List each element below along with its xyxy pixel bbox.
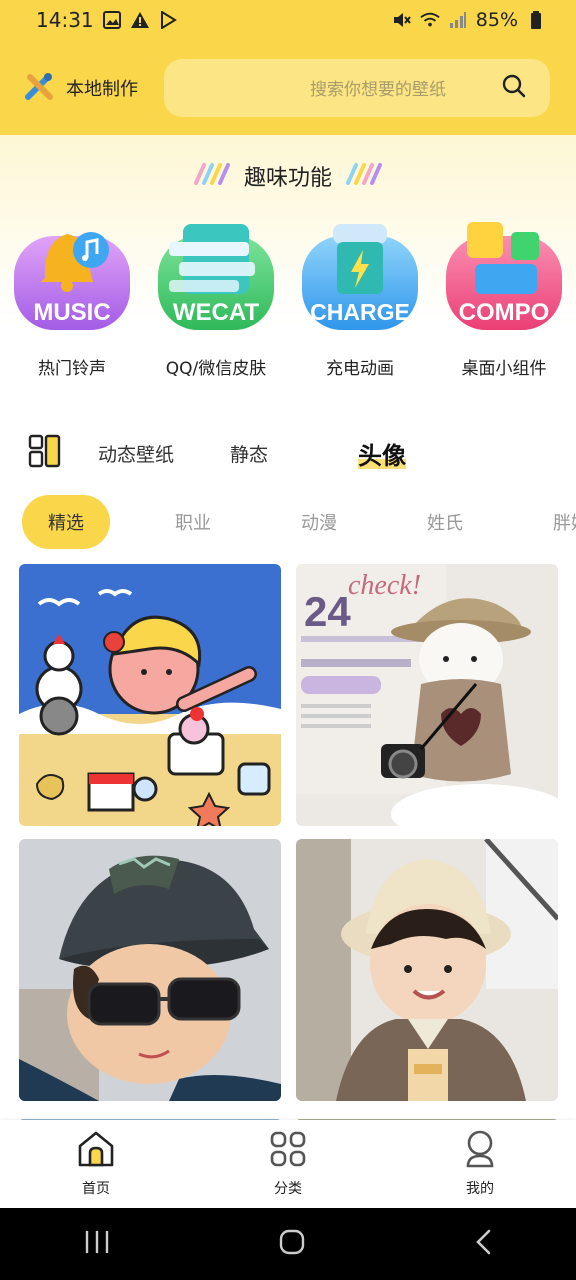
- fun-features-section: 趣味功能 MUSIC 热门铃声 WECAT QQ/微信皮肤 CHARGE 充电动…: [0, 135, 576, 405]
- home-icon: [76, 1130, 116, 1172]
- wecat-card-icon: WECAT: [157, 220, 275, 332]
- back-icon[interactable]: [473, 1228, 493, 1260]
- tools-icon: [24, 71, 54, 105]
- mute-icon: [392, 10, 412, 30]
- avatar-image-partial-right[interactable]: [296, 1112, 558, 1120]
- avatar-category-chips: 精选 职业 动漫 姓氏 胖妞: [0, 492, 576, 552]
- battery-icon: [526, 10, 546, 30]
- music-card-icon: MUSIC: [13, 220, 131, 332]
- nav-category-label: 分类: [274, 1181, 302, 1197]
- avatar-image-cartoon-beach[interactable]: [19, 564, 281, 826]
- feature-compo[interactable]: COMPO 桌面小组件: [432, 220, 576, 379]
- system-nav-bar: [0, 1208, 576, 1280]
- feature-music[interactable]: MUSIC 热门铃声: [0, 220, 144, 379]
- feature-charge[interactable]: CHARGE 充电动画: [288, 220, 432, 379]
- feature-badge-wecat: WECAT: [173, 299, 260, 326]
- avatar-image-plush-toy[interactable]: 24 check!: [296, 564, 558, 826]
- tab-avatar[interactable]: 头像: [358, 436, 407, 471]
- svg-text:24: 24: [304, 588, 351, 635]
- feature-label: 充电动画: [326, 359, 394, 379]
- profile-icon: [463, 1130, 497, 1172]
- chip-anime[interactable]: 动漫: [256, 495, 382, 549]
- wallpaper-tabs: 动态壁纸 静态 头像: [0, 418, 576, 488]
- feature-badge-compo: COMPO: [459, 299, 550, 326]
- feature-badge-music: MUSIC: [33, 299, 110, 326]
- battery-percent: 85%: [475, 9, 518, 31]
- brand-label: 本地制作: [66, 78, 138, 100]
- nav-home-label: 首页: [82, 1181, 110, 1197]
- bottom-nav: 首页 分类 我的: [0, 1120, 576, 1208]
- compo-card-icon: COMPO: [445, 220, 563, 332]
- search-input[interactable]: 搜索你想要的壁纸: [164, 58, 550, 117]
- fun-title: 趣味功能: [243, 166, 332, 191]
- chip-featured[interactable]: 精选: [22, 495, 110, 549]
- chip-surname[interactable]: 姓氏: [382, 495, 508, 549]
- image-icon: [102, 10, 122, 30]
- tab-avatar-label: 头像: [358, 441, 407, 470]
- nav-mine[interactable]: 我的: [384, 1120, 576, 1208]
- home-button-icon[interactable]: [278, 1228, 306, 1260]
- local-make-button[interactable]: 本地制作: [24, 71, 138, 105]
- layout-toggle-icon[interactable]: [28, 434, 62, 472]
- charge-card-icon: CHARGE: [301, 220, 419, 332]
- status-time: 14:31: [36, 8, 94, 32]
- decor-stripes-left-icon: [190, 163, 234, 189]
- recent-apps-icon[interactable]: [83, 1229, 111, 1259]
- app-header: 本地制作 搜索你想要的壁纸: [0, 40, 576, 135]
- tab-static[interactable]: 静态: [230, 440, 268, 467]
- svg-text:check!: check!: [348, 570, 421, 601]
- chip-chubby[interactable]: 胖妞: [508, 495, 576, 549]
- feature-label: QQ/微信皮肤: [165, 359, 267, 379]
- chip-profession[interactable]: 职业: [130, 495, 256, 549]
- search-icon[interactable]: [502, 74, 526, 102]
- nav-category[interactable]: 分类: [192, 1120, 384, 1208]
- feature-badge-charge: CHARGE: [310, 299, 410, 325]
- tab-dynamic[interactable]: 动态壁纸: [98, 440, 174, 467]
- signal-icon: [448, 10, 468, 30]
- status-bar: 14:31 85%: [0, 0, 576, 40]
- avatar-image-partial-left[interactable]: [19, 1112, 281, 1120]
- nav-home[interactable]: 首页: [0, 1120, 192, 1208]
- decor-stripes-right-icon: [342, 163, 386, 189]
- play-store-icon: [158, 10, 178, 30]
- feature-label: 桌面小组件: [461, 359, 547, 379]
- avatar-image-boy-cap[interactable]: [19, 839, 281, 1101]
- search-placeholder: 搜索你想要的壁纸: [310, 80, 446, 100]
- feature-wecat[interactable]: WECAT QQ/微信皮肤: [144, 220, 288, 379]
- category-grid-icon: [269, 1130, 307, 1172]
- wifi-icon: [420, 10, 440, 30]
- nav-mine-label: 我的: [466, 1181, 494, 1197]
- avatar-image-boy-bucket-hat[interactable]: [296, 839, 558, 1101]
- warning-icon: [130, 10, 150, 30]
- feature-label: 热门铃声: [38, 359, 106, 379]
